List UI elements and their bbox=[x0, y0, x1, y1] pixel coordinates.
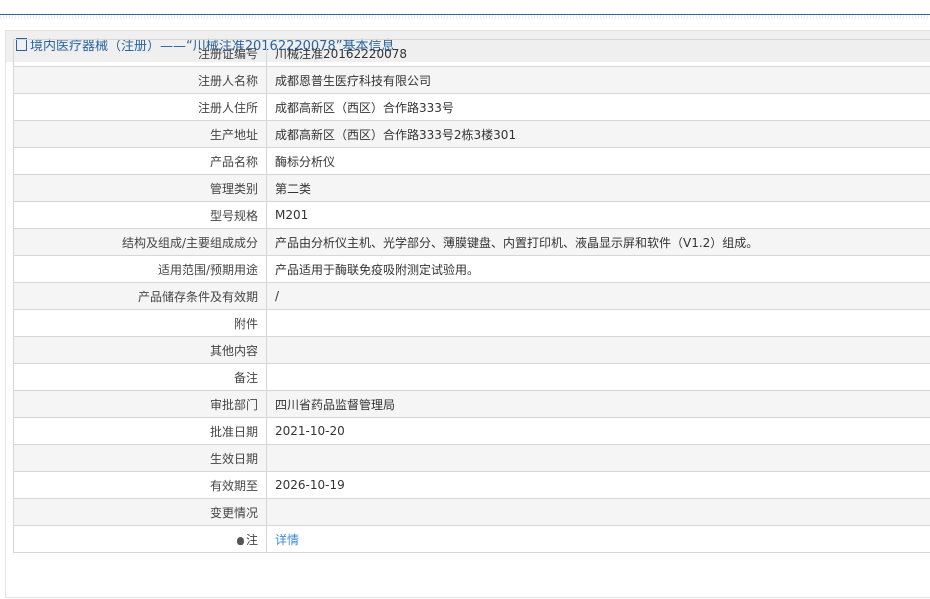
row-value: / bbox=[266, 282, 930, 310]
row-value: 第二类 bbox=[266, 174, 930, 202]
row-value bbox=[266, 363, 930, 391]
table-row: 产品名称 酶标分析仪 bbox=[13, 147, 930, 175]
row-label: 备注 bbox=[13, 363, 267, 391]
row-label: 管理类别 bbox=[13, 174, 267, 202]
details-link[interactable]: 详情 bbox=[275, 533, 299, 547]
table-row: 有效期至 2026-10-19 bbox=[13, 471, 930, 499]
row-label: 产品名称 bbox=[13, 147, 267, 175]
row-label: 生产地址 bbox=[13, 120, 267, 148]
lightbulb-icon bbox=[236, 536, 244, 545]
row-label: 注册人住所 bbox=[13, 93, 267, 121]
table-row: 审批部门 四川省药品监督管理局 bbox=[13, 390, 930, 418]
row-label: 注册人名称 bbox=[13, 66, 267, 94]
row-value: 四川省药品监督管理局 bbox=[266, 390, 930, 418]
row-value bbox=[266, 336, 930, 364]
row-label: 审批部门 bbox=[13, 390, 267, 418]
row-label: 批准日期 bbox=[13, 417, 267, 445]
table-row: 其他内容 bbox=[13, 336, 930, 364]
row-label: 注 bbox=[13, 525, 267, 553]
row-label: 结构及组成/主要组成成分 bbox=[13, 228, 267, 256]
row-value: 成都恩普生医疗科技有限公司 bbox=[266, 66, 930, 94]
table-row: 生产地址 成都高新区（西区）合作路333号2栋3楼301 bbox=[13, 120, 930, 148]
row-label: 型号规格 bbox=[13, 201, 267, 229]
table-row-note: 注 详情 bbox=[13, 525, 930, 553]
row-label: 变更情况 bbox=[13, 498, 267, 526]
row-label: 注册证编号 bbox=[13, 39, 267, 67]
table-row: 注册人名称 成都恩普生医疗科技有限公司 bbox=[13, 66, 930, 94]
row-value bbox=[266, 444, 930, 472]
row-value: M201 bbox=[266, 201, 930, 229]
row-label: 适用范围/预期用途 bbox=[13, 255, 267, 283]
table-row: 生效日期 bbox=[13, 444, 930, 472]
row-value: 2026-10-19 bbox=[266, 471, 930, 499]
table-row: 结构及组成/主要组成成分 产品由分析仪主机、光学部分、薄膜键盘、内置打印机、液晶显… bbox=[13, 228, 930, 256]
row-value bbox=[266, 309, 930, 337]
row-value: 产品适用于酶联免疫吸附测定试验用。 bbox=[266, 255, 930, 283]
row-value: 酶标分析仪 bbox=[266, 147, 930, 175]
row-label: 产品储存条件及有效期 bbox=[13, 282, 267, 310]
row-value bbox=[266, 498, 930, 526]
row-value: 成都高新区（西区）合作路333号2栋3楼301 bbox=[266, 120, 930, 148]
row-value: 产品由分析仪主机、光学部分、薄膜键盘、内置打印机、液晶显示屏和软件（V1.2）组… bbox=[266, 228, 930, 256]
row-value: 2021-10-20 bbox=[266, 417, 930, 445]
table-row: 管理类别 第二类 bbox=[13, 174, 930, 202]
table-row: 产品储存条件及有效期 / bbox=[13, 282, 930, 310]
table-row: 适用范围/预期用途 产品适用于酶联免疫吸附测定试验用。 bbox=[13, 255, 930, 283]
top-hatch bbox=[0, 15, 930, 19]
row-label: 附件 bbox=[13, 309, 267, 337]
info-table: 注册证编号 川械注准20162220078 注册人名称 成都恩普生医疗科技有限公司 注册… bbox=[13, 39, 930, 553]
row-value: 成都高新区（西区）合作路333号 bbox=[266, 93, 930, 121]
table-row: 批准日期 2021-10-20 bbox=[13, 417, 930, 445]
row-label: 有效期至 bbox=[13, 471, 267, 499]
note-label: 注 bbox=[245, 532, 258, 547]
row-value: 详情 bbox=[266, 525, 930, 553]
table-row: 注册人住所 成都高新区（西区）合作路333号 bbox=[13, 93, 930, 121]
table-row: 型号规格 M201 bbox=[13, 201, 930, 229]
table-row: 变更情况 bbox=[13, 498, 930, 526]
row-label: 其他内容 bbox=[13, 336, 267, 364]
table-row: 附件 bbox=[13, 309, 930, 337]
row-value: 川械注准20162220078 bbox=[266, 39, 930, 67]
table-row: 备注 bbox=[13, 363, 930, 391]
row-label: 生效日期 bbox=[13, 444, 267, 472]
table-row: 注册证编号 川械注准20162220078 bbox=[13, 39, 930, 67]
